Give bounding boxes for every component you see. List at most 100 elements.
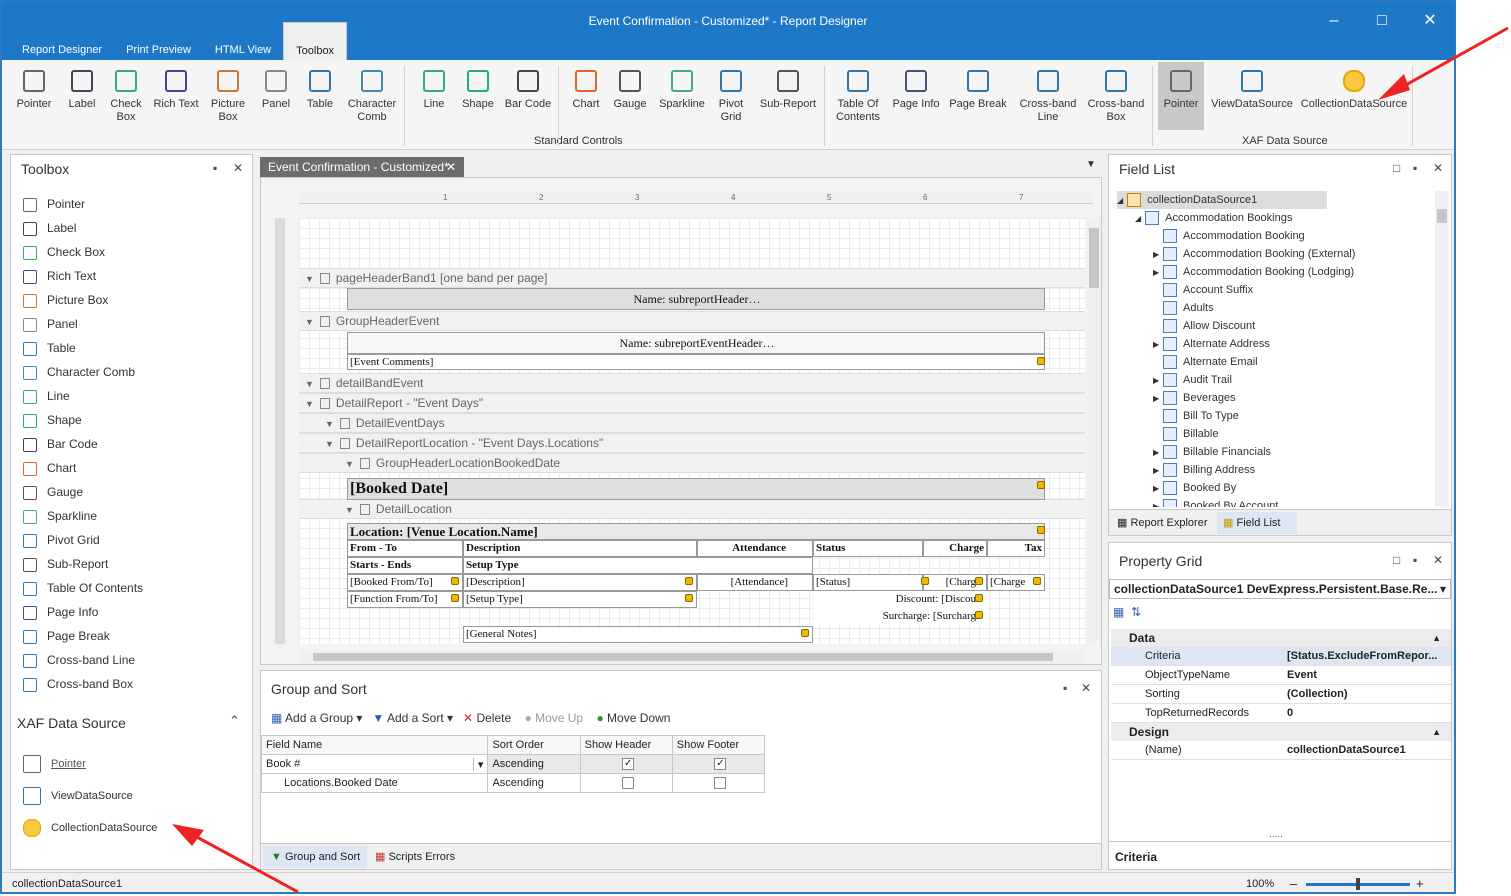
tab-report-explorer[interactable]: ▦ Report Explorer xyxy=(1117,512,1208,534)
smart-tag-icon[interactable] xyxy=(975,577,983,585)
show-footer-cell[interactable]: ✓ xyxy=(671,754,766,774)
smart-tag-icon[interactable] xyxy=(451,577,459,585)
add-group-button[interactable]: Add a Group xyxy=(285,711,353,725)
checkbox-unchecked[interactable] xyxy=(622,777,635,790)
field-accommodation-booking-lodging-[interactable]: ▶ Accommodation Booking (Lodging) xyxy=(1153,263,1354,281)
maximize-icon[interactable]: □ xyxy=(1393,553,1400,567)
category-design[interactable]: Design ▲ xyxy=(1111,723,1451,741)
collapse-icon[interactable]: ▼ xyxy=(305,379,314,389)
smart-tag-icon[interactable] xyxy=(1037,357,1045,365)
zoom-slider-thumb[interactable] xyxy=(1356,878,1360,890)
chevron-down-icon[interactable]: ▾ xyxy=(1440,580,1446,598)
ribbon-label-button[interactable]: Label xyxy=(62,62,102,111)
property-row[interactable]: Criteria [Status.ExcludeFromRepor... xyxy=(1111,647,1451,666)
ribbon-shape-button[interactable]: Shape xyxy=(458,62,498,111)
col-show-header[interactable]: Show Header xyxy=(579,735,673,755)
property-row[interactable]: Sorting (Collection) xyxy=(1111,685,1451,704)
chevron-down-icon[interactable]: ▼ xyxy=(1086,159,1096,170)
property-row[interactable]: ObjectTypeName Event xyxy=(1111,666,1451,685)
expand-icon[interactable]: ▶ xyxy=(1153,498,1163,507)
col-description-control[interactable]: Description xyxy=(463,540,697,557)
ribbon-cross-band-box-button[interactable]: Cross-band Box xyxy=(1084,62,1148,124)
expand-icon[interactable]: ▶ xyxy=(1153,246,1163,264)
f-discount-control[interactable]: Discount: [Discou xyxy=(813,591,987,608)
smart-tag-icon[interactable] xyxy=(451,594,459,602)
ribbon-rich-text-button[interactable]: Rich Text xyxy=(150,62,202,111)
f-setup-type-control[interactable]: [Setup Type] xyxy=(463,591,697,608)
chevron-up-icon[interactable]: ⌃ xyxy=(229,713,240,729)
tab-scripts-errors[interactable]: ▦ Scripts Errors xyxy=(375,846,455,868)
property-value[interactable]: [Status.ExcludeFromRepor... xyxy=(1287,647,1449,666)
smart-tag-icon[interactable] xyxy=(1033,577,1041,585)
col-setup-type-control[interactable]: Setup Type xyxy=(463,557,813,574)
expand-icon[interactable]: ▶ xyxy=(1153,264,1163,282)
col-starts-ends-control[interactable]: Starts - Ends xyxy=(347,557,463,574)
field-name-cell[interactable]: Locations.Booked Date xyxy=(260,773,489,793)
field-audit-trail[interactable]: ▶ Audit Trail xyxy=(1153,371,1232,389)
toolbox-item-shape[interactable]: Shape xyxy=(23,409,82,431)
f-status-control[interactable]: [Status] xyxy=(813,574,923,591)
scrollbar-thumb[interactable] xyxy=(1089,228,1099,288)
field-billing-address[interactable]: ▶ Billing Address xyxy=(1153,461,1255,479)
expand-icon[interactable]: ▶ xyxy=(1153,336,1163,354)
move-up-button[interactable]: Move Up xyxy=(535,711,583,725)
ribbon-cross-band-line-button[interactable]: Cross-band Line xyxy=(1016,62,1080,124)
minimize-icon[interactable]: – xyxy=(1320,10,1348,34)
collapse-icon[interactable]: ▼ xyxy=(305,317,314,327)
zoom-in-icon[interactable]: + xyxy=(1416,873,1424,892)
field-bill-to-type[interactable]: Bill To Type xyxy=(1153,407,1239,425)
col-show-footer[interactable]: Show Footer xyxy=(671,735,766,755)
smart-tag-icon[interactable] xyxy=(685,577,693,585)
smart-tag-icon[interactable] xyxy=(801,629,809,637)
ribbon-line-button[interactable]: Line xyxy=(414,62,454,111)
band-6[interactable]: ▼ GroupHeaderLocationBookedDate xyxy=(299,453,1085,473)
field-billable-financials[interactable]: ▶ Billable Financials xyxy=(1153,443,1271,461)
report-canvas[interactable]: ▼ pageHeaderBand1 [one band per page] ▼ Gro… xyxy=(299,218,1085,644)
booked-date-control[interactable]: [Booked Date] xyxy=(347,478,1045,500)
ribbon-xaf-viewdatasource-button[interactable]: ViewDataSource xyxy=(1206,62,1298,130)
smart-tag-icon[interactable] xyxy=(975,611,983,619)
toolbox-item-line[interactable]: Line xyxy=(23,385,70,407)
toolbox-item-label[interactable]: Label xyxy=(23,217,76,239)
ribbon-panel-button[interactable]: Panel xyxy=(256,62,296,111)
pin-icon[interactable]: ▪ xyxy=(1413,161,1417,175)
field-allow-discount[interactable]: Allow Discount xyxy=(1153,317,1255,335)
close-icon[interactable]: ✕ xyxy=(1433,161,1443,175)
vertical-scrollbar[interactable] xyxy=(1087,218,1101,644)
field-list-root[interactable]: ◢ collectionDataSource1 xyxy=(1117,191,1328,209)
col-sort-order[interactable]: Sort Order xyxy=(487,735,581,755)
tab-html-view[interactable]: HTML View xyxy=(203,40,283,60)
close-icon[interactable]: ✕ xyxy=(446,157,456,177)
col-status-control[interactable]: Status xyxy=(813,540,923,557)
expand-icon[interactable]: ▶ xyxy=(1153,462,1163,480)
scrollbar-thumb[interactable] xyxy=(313,653,1053,661)
ribbon-gauge-button[interactable]: Gauge xyxy=(610,62,650,111)
ribbon-check-box-button[interactable]: Check Box xyxy=(106,62,146,124)
toolbox-item-page-break[interactable]: Page Break xyxy=(23,625,110,647)
tab-toolbox[interactable]: Toolbox xyxy=(283,22,348,60)
toolbox-item-sparkline[interactable]: Sparkline xyxy=(23,505,97,527)
tab-group-sort[interactable]: ▼ Group and Sort xyxy=(263,846,367,868)
field-accommodation-booking[interactable]: Accommodation Booking xyxy=(1153,227,1305,245)
table-row[interactable]: Book # ▾ Ascending ✓ ✓ xyxy=(260,754,766,774)
toolbox-item-bar-code[interactable]: Bar Code xyxy=(23,433,98,455)
ribbon-xaf-pointer-button[interactable]: Pointer xyxy=(1158,62,1204,130)
f-surcharge-control[interactable]: Surcharge: [Surcharg xyxy=(813,608,987,625)
toolbox-item-panel[interactable]: Panel xyxy=(23,313,78,335)
expand-icon[interactable]: ▶ xyxy=(1153,390,1163,408)
smart-tag-icon[interactable] xyxy=(685,594,693,602)
col-charge-control[interactable]: Charge xyxy=(923,540,987,557)
field-billable[interactable]: Billable xyxy=(1153,425,1218,443)
collapse-icon[interactable]: ▼ xyxy=(345,505,354,515)
f-description-control[interactable]: [Description] xyxy=(463,574,697,591)
field-alternate-email[interactable]: Alternate Email xyxy=(1153,353,1258,371)
col-tax-control[interactable]: Tax xyxy=(987,540,1045,557)
f-attendance-control[interactable]: [Attendance] xyxy=(697,574,813,591)
scrollbar-thumb[interactable] xyxy=(1437,209,1447,223)
alphabetical-icon[interactable]: ⇅ xyxy=(1131,605,1141,619)
pin-icon[interactable]: ▪ xyxy=(1413,553,1417,567)
ribbon-sparkline-button[interactable]: Sparkline xyxy=(656,62,708,111)
field-adults[interactable]: Adults xyxy=(1153,299,1214,317)
property-value[interactable]: collectionDataSource1 xyxy=(1287,741,1449,760)
col-from-to-control[interactable]: From - To xyxy=(347,540,463,557)
